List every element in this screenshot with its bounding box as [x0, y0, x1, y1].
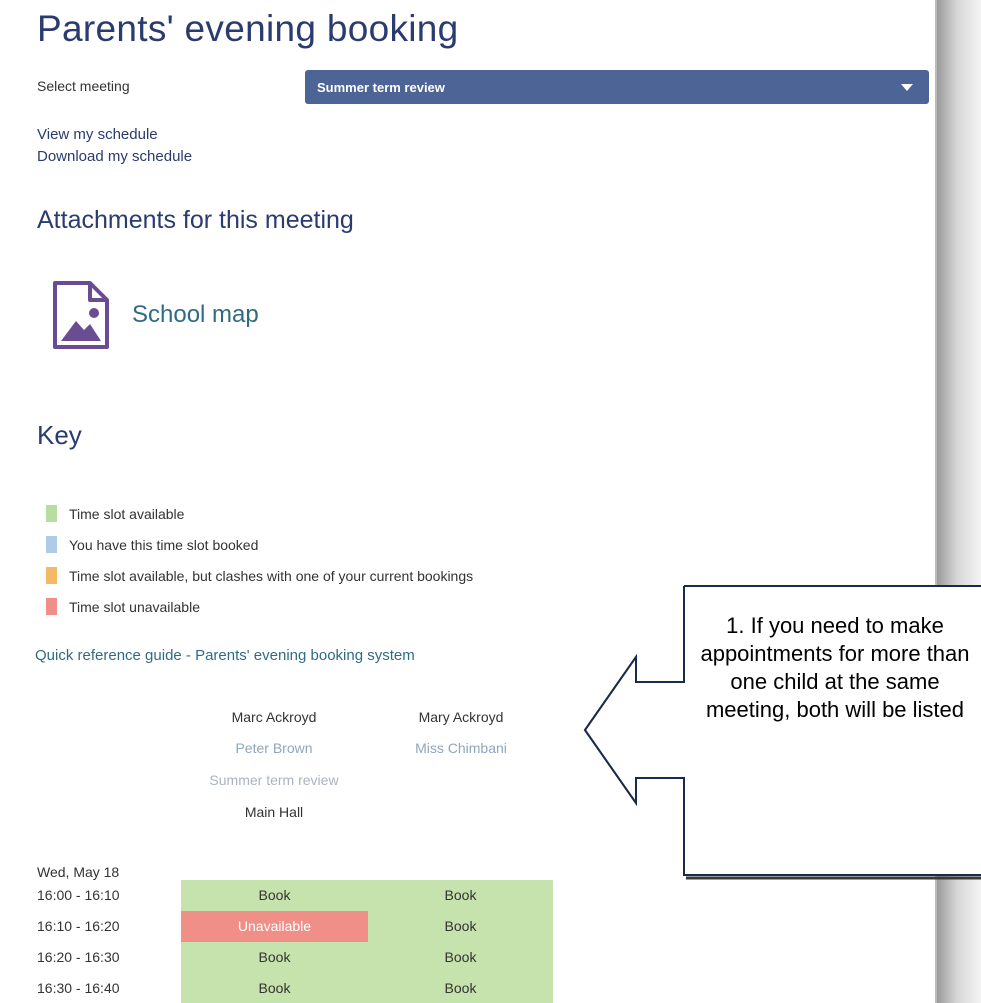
attachment-label: School map	[132, 301, 259, 328]
book-slot-button[interactable]: Book	[368, 942, 553, 973]
book-slot-button[interactable]: Book	[181, 942, 368, 973]
key-item-unavailable: Time slot unavailable	[46, 591, 473, 622]
key-item-label: Time slot available	[69, 505, 185, 522]
quick-reference-link[interactable]: Quick reference guide - Parents' evening…	[35, 647, 415, 664]
location-1: Main Hall	[244, 804, 304, 820]
view-schedule-link[interactable]: View my schedule	[37, 126, 158, 143]
download-schedule-link[interactable]: Download my schedule	[37, 148, 192, 165]
clash-swatch	[46, 567, 57, 584]
time-slot-label: 16:30 - 16:40	[37, 980, 120, 996]
time-slot-label: 16:10 - 16:20	[37, 918, 120, 934]
book-slot-button[interactable]: Book	[181, 880, 368, 911]
attachment-school-map[interactable]: School map	[50, 278, 300, 352]
chevron-down-icon	[901, 84, 913, 91]
schedule-day: Wed, May 18	[37, 864, 120, 880]
page-edge-shadow	[937, 0, 981, 1003]
book-slot-button[interactable]: Book	[368, 911, 553, 942]
key-item-label: Time slot unavailable	[69, 598, 200, 615]
student-name-1: Marc Ackroyd	[231, 709, 317, 725]
attachments-heading: Attachments for this meeting	[37, 206, 354, 234]
select-meeting-label: Select meeting	[37, 78, 130, 94]
callout-text: 1. If you need to make appointments for …	[700, 613, 970, 722]
key-list: Time slot available You have this time s…	[46, 498, 473, 622]
unavailable-swatch	[46, 598, 57, 615]
time-slot-label: 16:00 - 16:10	[37, 887, 120, 903]
key-item-label: You have this time slot booked	[69, 536, 259, 553]
teacher-link-2[interactable]: Miss Chimbani	[361, 740, 561, 756]
key-item-available: Time slot available	[46, 498, 473, 529]
key-item-label: Time slot available, but clashes with on…	[69, 567, 474, 584]
student-name-2: Mary Ackroyd	[418, 709, 504, 725]
book-slot-button[interactable]: Book	[368, 880, 553, 911]
key-heading: Key	[37, 420, 82, 450]
time-slot-label: 16:20 - 16:30	[37, 949, 120, 965]
meeting-select-value: Summer term review	[317, 79, 445, 95]
book-slot-button[interactable]: Book	[368, 973, 553, 1003]
key-item-clash: Time slot available, but clashes with on…	[46, 560, 473, 591]
key-item-booked: You have this time slot booked	[46, 529, 473, 560]
booked-swatch	[46, 536, 57, 553]
meeting-select[interactable]: Summer term review	[305, 70, 929, 104]
page: Parents' evening booking Select meeting …	[0, 0, 937, 1003]
teacher-link-1[interactable]: Peter Brown	[174, 740, 374, 756]
page-title: Parents' evening booking	[37, 8, 459, 49]
available-swatch	[46, 505, 57, 522]
book-slot-button[interactable]: Book	[181, 973, 368, 1003]
image-file-icon	[53, 281, 109, 349]
meeting-name-1: Summer term review	[209, 772, 339, 788]
slot-unavailable: Unavailable	[181, 911, 368, 942]
